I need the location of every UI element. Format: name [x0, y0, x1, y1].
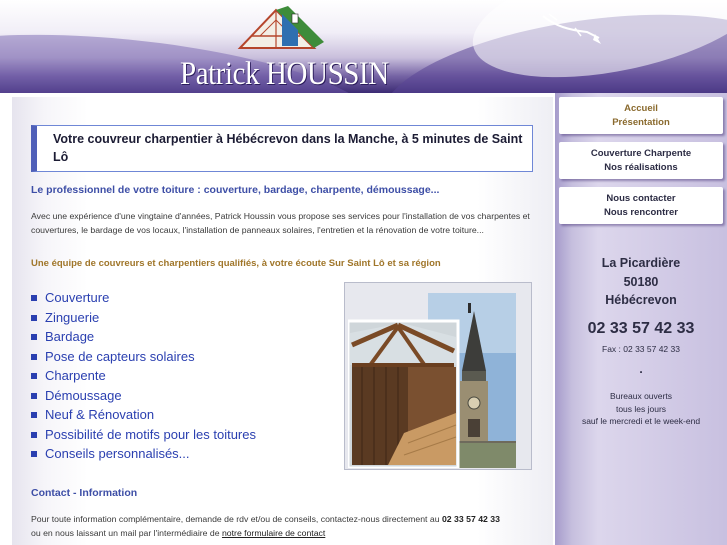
square-bullet-icon	[31, 314, 37, 321]
hours-line: sauf le mercredi et le week-end	[581, 416, 701, 426]
page-title: Votre couvreur charpentier à Hébécrevon …	[31, 125, 533, 172]
nav-button-accueil[interactable]: Accueil Présentation	[559, 97, 723, 134]
service-label: Neuf & Rénovation	[45, 407, 155, 422]
service-label: Démoussage	[45, 387, 122, 403]
service-label: Bardage	[45, 329, 95, 344]
nav-button-contact[interactable]: Nous contacter Nous rencontrer	[559, 187, 723, 224]
roof-work-photo	[348, 293, 516, 468]
nav-link-accueil[interactable]: Accueil	[559, 102, 723, 116]
square-bullet-icon	[31, 412, 37, 418]
address-line: La Picardière	[601, 256, 681, 270]
contact-paragraph: Pour toute information complémentaire, d…	[31, 512, 541, 540]
address-line: 50180	[623, 274, 659, 289]
separator-dot: .	[639, 362, 643, 376]
service-label: Zinguerie	[45, 309, 100, 325]
nav-link-contact[interactable]: Nous contacter	[559, 192, 723, 206]
nav-button-realisations[interactable]: Couverture Charpente Nos réalisations	[559, 142, 723, 179]
nav-link-presentation[interactable]: Présentation	[559, 116, 723, 130]
house-roof-logo-icon[interactable]	[236, 6, 326, 52]
team-tagline: Une équipe de couvreurs et charpentiers …	[31, 258, 441, 269]
square-bullet-icon	[31, 353, 37, 360]
site-header: Patrick HOUSSIN	[0, 0, 727, 93]
address-line: Hébécrevon	[605, 293, 677, 307]
square-bullet-icon	[31, 334, 37, 340]
intro-paragraph: Avec une expérience d'une vingtaine d'an…	[31, 211, 530, 235]
service-label: Couverture	[45, 290, 110, 305]
service-label: Possibilité de motifs pour les toitures	[45, 426, 256, 442]
square-bullet-icon	[31, 295, 37, 301]
service-label: Conseils personnalisés...	[45, 446, 190, 461]
header-ornament-icon	[542, 13, 601, 44]
contact-text: ou en nous laissant un mail par l'interm…	[31, 528, 222, 538]
address-block: La Picardière 50180 Hébécrevon	[555, 254, 727, 310]
hours-line: tous les jours	[615, 403, 667, 414]
contact-form-link[interactable]: notre formulaire de contact	[222, 528, 325, 538]
nav-link-realisations[interactable]: Nos réalisations	[559, 161, 723, 175]
nav-link-rencontrer[interactable]: Nous rencontrer	[559, 206, 723, 220]
contact-title: Contact - Information	[31, 487, 138, 499]
square-bullet-icon	[31, 392, 37, 399]
contact-phone: 02 33 57 42 33	[441, 514, 500, 524]
brand-name[interactable]: Patrick HOUSSIN	[180, 56, 389, 93]
square-bullet-icon	[31, 451, 37, 457]
service-label: Charpente	[45, 368, 106, 383]
square-bullet-icon	[31, 431, 37, 438]
service-label: Pose de capteurs solaires	[45, 348, 195, 364]
square-bullet-icon	[31, 373, 37, 379]
hours-line: Bureaux ouverts	[610, 391, 672, 401]
section-subtitle: Le professionnel de votre toiture : couv…	[31, 184, 440, 196]
fax-number: Fax : 02 33 57 42 33	[602, 344, 680, 354]
nav-link-couverture-charpente[interactable]: Couverture Charpente	[559, 147, 723, 161]
phone-number: 02 33 57 42 33	[587, 320, 695, 337]
opening-hours: Bureaux ouverts tous les jours sauf le m…	[555, 390, 727, 428]
contact-text: Pour toute information complémentaire, d…	[31, 514, 442, 524]
